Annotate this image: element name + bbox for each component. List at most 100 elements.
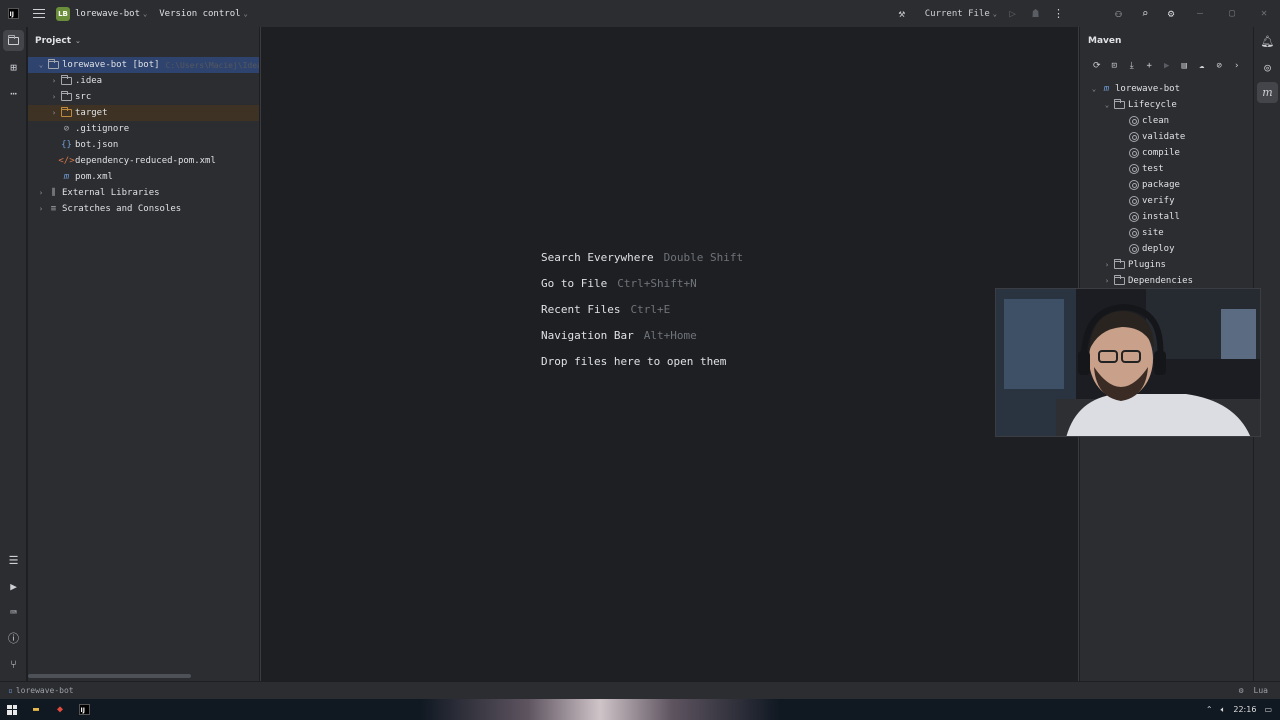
run-config-selector[interactable]: Current File ⌄ bbox=[917, 0, 1001, 27]
maven-goal-row[interactable]: install bbox=[1080, 209, 1253, 225]
maven-goal-row[interactable]: site bbox=[1080, 225, 1253, 241]
expand-arrow-icon[interactable]: › bbox=[35, 205, 47, 213]
more-tools-icon[interactable]: ⋯ bbox=[0, 80, 27, 106]
folder-icon bbox=[60, 75, 73, 86]
chevron-right-icon[interactable]: › bbox=[1228, 57, 1246, 75]
minimize-icon[interactable]: — bbox=[1184, 0, 1216, 27]
intellij-taskbar-icon[interactable]: IJ bbox=[72, 699, 96, 720]
horizontal-scrollbar[interactable] bbox=[28, 674, 191, 678]
maven-file-icon: m bbox=[63, 172, 70, 182]
maven-goal-row[interactable]: test bbox=[1080, 161, 1253, 177]
tree-label: bot.json bbox=[75, 140, 119, 150]
expand-arrow-icon[interactable]: › bbox=[1101, 277, 1113, 285]
maven-goal-row[interactable]: validate bbox=[1080, 129, 1253, 145]
maven-lifecycle-row[interactable]: ⌄ Lifecycle bbox=[1080, 97, 1253, 113]
tree-row-scratches[interactable]: › ≡ Scratches and Consoles bbox=[28, 201, 259, 217]
chevron-down-icon: ⌄ bbox=[243, 9, 248, 18]
goal-gear-icon bbox=[1127, 116, 1140, 126]
maven-goal-row[interactable]: verify bbox=[1080, 193, 1253, 209]
ai-status-icon[interactable]: ⚙ bbox=[1239, 686, 1244, 695]
tree-row-external-libraries[interactable]: › ⫼ External Libraries bbox=[28, 185, 259, 201]
tree-row-gitignore[interactable]: ⊘ .gitignore bbox=[28, 121, 259, 137]
project-switcher[interactable]: lorewave-bot ⌄ bbox=[75, 9, 147, 19]
maven-goal-row[interactable]: compile bbox=[1080, 145, 1253, 161]
tree-row-idea[interactable]: › .idea bbox=[28, 73, 259, 89]
run-goal-icon[interactable]: ▶ bbox=[1158, 57, 1176, 75]
project-name: lorewave-bot bbox=[75, 8, 141, 19]
settings-gear-icon[interactable]: ⚙ bbox=[1158, 0, 1184, 27]
terminal-tool-icon[interactable]: ⌨ bbox=[0, 599, 27, 625]
maven-root-row[interactable]: ⌄ m lorewave-bot bbox=[1080, 81, 1253, 97]
project-badge[interactable]: LB bbox=[56, 6, 70, 21]
maven-plugins-row[interactable]: › Plugins bbox=[1080, 257, 1253, 273]
file-explorer-icon[interactable]: ▬ bbox=[24, 699, 48, 720]
maven-goal-row[interactable]: package bbox=[1080, 177, 1253, 193]
tree-label: src bbox=[75, 92, 92, 102]
module-folder-icon bbox=[47, 59, 60, 70]
maven-goal-row[interactable]: clean bbox=[1080, 113, 1253, 129]
browser-icon[interactable]: ◆ bbox=[48, 699, 72, 720]
tree-row-reduced-pom[interactable]: </> dependency-reduced-pom.xml bbox=[28, 153, 259, 169]
volume-icon[interactable]: 🔈︎ bbox=[1221, 705, 1226, 715]
offline-mode-icon[interactable]: ☁ bbox=[1193, 57, 1211, 75]
expand-arrow-icon[interactable]: › bbox=[48, 109, 60, 117]
expand-arrow-icon[interactable]: › bbox=[48, 93, 60, 101]
tree-row-root[interactable]: ⌄ lorewave-bot [bot] C:\Users\Maciej\Ide… bbox=[28, 57, 259, 73]
close-icon[interactable]: ✕ bbox=[1248, 0, 1280, 27]
search-icon[interactable]: ⌕ bbox=[1132, 0, 1158, 27]
windows-start-icon[interactable] bbox=[0, 699, 24, 720]
maximize-icon[interactable]: ▢ bbox=[1216, 0, 1248, 27]
maven-goal-row[interactable]: deploy bbox=[1080, 241, 1253, 257]
ai-assistant-icon[interactable]: ◎ bbox=[1254, 54, 1280, 80]
collapse-arrow-icon[interactable]: ⌄ bbox=[35, 61, 47, 69]
run-tool-icon[interactable]: ▶ bbox=[0, 573, 27, 599]
maven-dependencies-row[interactable]: › Dependencies bbox=[1080, 273, 1253, 289]
execute-goal-icon[interactable]: ▤ bbox=[1176, 57, 1194, 75]
tray-chevron-up-icon[interactable]: ⌃ bbox=[1206, 705, 1213, 714]
status-breadcrumb[interactable]: lorewave-bot bbox=[16, 686, 74, 695]
editor-area[interactable]: Search Everywhere Double Shift Go to File… bbox=[260, 27, 1079, 681]
tree-row-src[interactable]: › src bbox=[28, 89, 259, 105]
vcs-widget[interactable]: Version control ⌄ bbox=[159, 9, 248, 19]
hint-shortcut: Alt+Home bbox=[643, 329, 697, 342]
lifecycle-label: Lifecycle bbox=[1128, 100, 1177, 110]
project-tool-icon[interactable] bbox=[3, 30, 24, 51]
ignore-file-icon: ⊘ bbox=[63, 124, 70, 134]
main-menu-icon[interactable] bbox=[26, 0, 52, 27]
problems-tool-icon[interactable]: ⓘ bbox=[0, 625, 27, 651]
intellij-logo-icon[interactable]: IJ bbox=[0, 0, 26, 27]
skip-tests-icon[interactable]: ⊘ bbox=[1211, 57, 1229, 75]
hint-go-to-file: Go to File Ctrl+Shift+N bbox=[541, 277, 697, 290]
tree-row-pom[interactable]: m pom.xml bbox=[28, 169, 259, 185]
more-actions-icon[interactable]: ⋮ bbox=[1047, 0, 1070, 27]
build-hammer-icon[interactable]: ⚒ bbox=[887, 0, 917, 27]
maven-tool-icon[interactable]: m bbox=[1257, 82, 1278, 103]
expand-arrow-icon[interactable]: › bbox=[35, 189, 47, 197]
system-tray: ⌃ 🔈︎ 22:16 ▭ bbox=[1206, 705, 1272, 715]
collapse-arrow-icon[interactable]: ⌄ bbox=[1101, 101, 1113, 109]
tree-label: lorewave-bot [bot] bbox=[62, 60, 160, 70]
goal-gear-icon bbox=[1127, 196, 1140, 206]
services-tool-icon[interactable]: ☰ bbox=[0, 547, 27, 573]
expand-arrow-icon[interactable]: › bbox=[1101, 261, 1113, 269]
notification-center-icon[interactable]: ▭ bbox=[1264, 705, 1272, 714]
debug-icon[interactable]: ☗ bbox=[1024, 0, 1047, 27]
project-panel-header[interactable]: Project ⌄ bbox=[28, 27, 259, 54]
code-with-me-icon[interactable]: ⚇ bbox=[1105, 0, 1132, 27]
language-indicator[interactable]: Lua bbox=[1254, 686, 1268, 695]
hint-action: Search Everywhere bbox=[541, 251, 654, 264]
folder-icon bbox=[60, 91, 73, 102]
notifications-bell-icon[interactable]: 🔔︎ bbox=[1254, 28, 1280, 54]
tree-row-botjson[interactable]: {} bot.json bbox=[28, 137, 259, 153]
download-icon[interactable]: ⤓ bbox=[1123, 57, 1141, 75]
clock[interactable]: 22:16 bbox=[1233, 705, 1256, 714]
structure-tool-icon[interactable]: ⊞ bbox=[0, 54, 27, 80]
reload-icon[interactable]: ⟳ bbox=[1088, 57, 1106, 75]
run-icon[interactable]: ▷ bbox=[1001, 0, 1024, 27]
collapse-arrow-icon[interactable]: ⌄ bbox=[1088, 85, 1100, 93]
tree-row-target[interactable]: › target bbox=[28, 105, 259, 121]
expand-arrow-icon[interactable]: › bbox=[48, 77, 60, 85]
git-tool-icon[interactable]: ⑂ bbox=[0, 651, 27, 677]
generate-sources-icon[interactable]: ⊡ bbox=[1106, 57, 1124, 75]
add-icon[interactable]: + bbox=[1141, 57, 1159, 75]
